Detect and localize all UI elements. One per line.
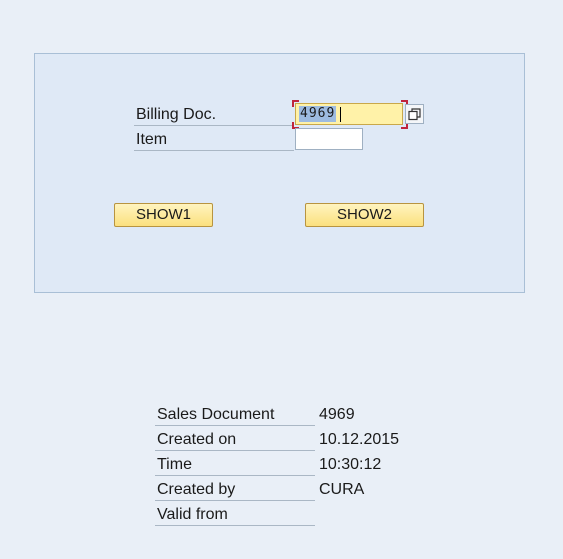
created-on-label: Created on (157, 431, 237, 448)
created-by-label: Created by (157, 481, 236, 498)
time-label: Time (157, 456, 192, 473)
item-label: Item (136, 131, 168, 148)
created-on-underline (155, 450, 315, 451)
billing-doc-label-underline (134, 125, 294, 126)
text-caret (340, 107, 341, 122)
created-on-value: 10.12.2015 (319, 431, 400, 448)
show2-button[interactable]: SHOW2 (305, 203, 424, 227)
sales-document-value: 4969 (319, 406, 355, 423)
sales-document-label: Sales Document (157, 406, 275, 423)
created-by-underline (155, 500, 315, 501)
selection-panel (34, 53, 525, 293)
item-input[interactable] (295, 128, 363, 150)
focus-corner-top-left (292, 100, 299, 107)
time-underline (155, 475, 315, 476)
valid-from-underline (155, 525, 315, 526)
valid-from-label: Valid from (157, 506, 228, 523)
billing-doc-label: Billing Doc. (136, 106, 217, 123)
sales-document-underline (155, 425, 315, 426)
time-value: 10:30:12 (319, 456, 382, 473)
billing-doc-value: 4969 (299, 106, 337, 122)
billing-doc-input[interactable]: 4969 (295, 103, 403, 125)
value-help-button[interactable] (405, 104, 424, 124)
value-help-icon (408, 107, 421, 120)
created-by-value: CURA (319, 481, 365, 498)
show1-button[interactable]: SHOW1 (114, 203, 213, 227)
item-label-underline (134, 150, 294, 151)
